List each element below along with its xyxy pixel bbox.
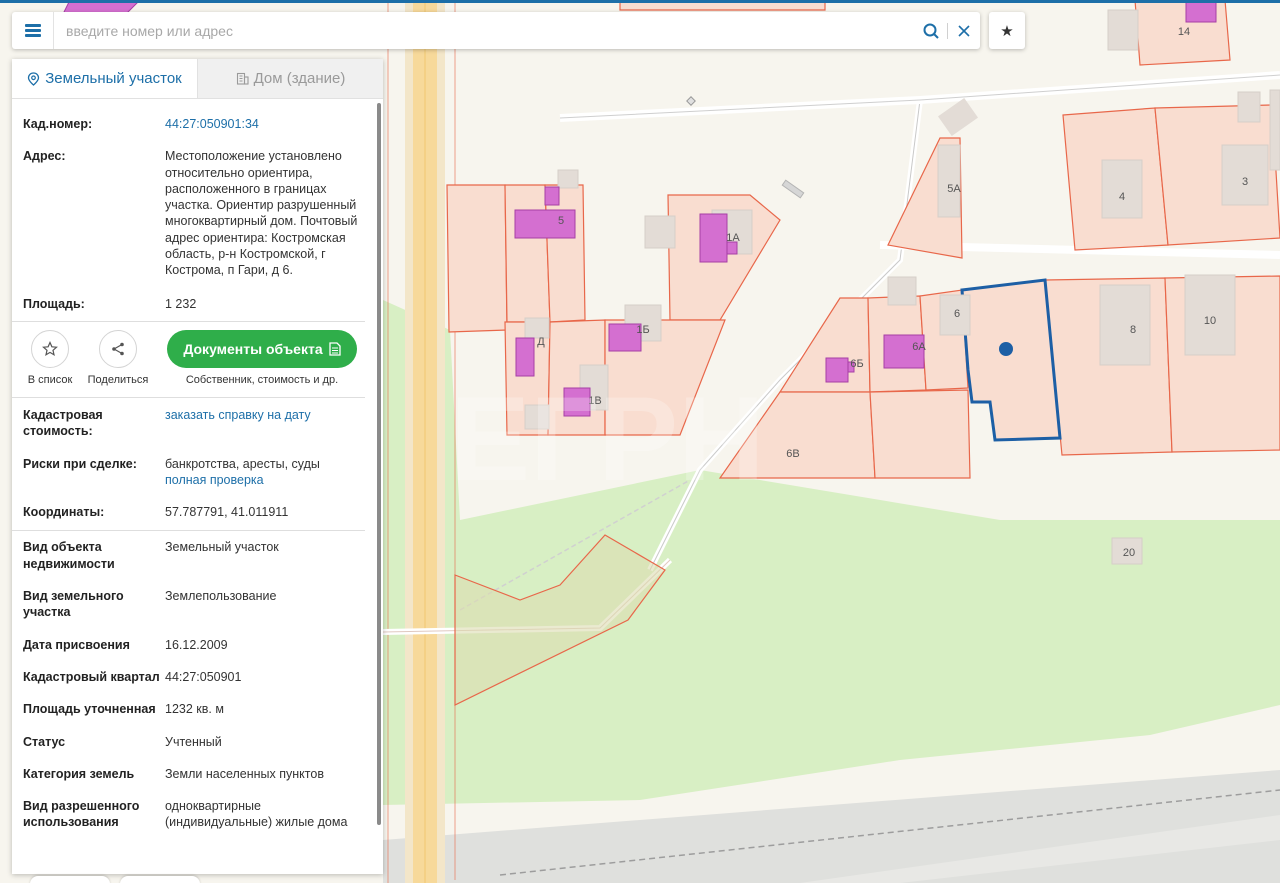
- property-value: Земли населенных пунктов: [165, 766, 324, 781]
- area-row: Площадь: 1 232: [12, 279, 377, 321]
- risks-row: Риски при сделке: банкротства, аресты, с…: [12, 440, 377, 489]
- bottom-control[interactable]: [120, 876, 200, 883]
- property-label: Вид разрешенного использования: [23, 799, 140, 830]
- share-button[interactable]: Поделиться: [87, 329, 149, 386]
- menu-button[interactable]: [12, 12, 54, 49]
- property-value: Землепользование: [165, 589, 277, 604]
- tab-building[interactable]: Дом (здание): [197, 59, 383, 98]
- address-row: Адрес: Местоположение установлено относи…: [12, 132, 377, 278]
- tab-building-label: Дом (здание): [253, 70, 346, 87]
- property-row: Вид объекта недвижимости Земельный участо…: [12, 531, 377, 572]
- parcel-number-label: 5А: [947, 183, 961, 195]
- property-label: Вид объекта недвижимости: [23, 540, 115, 571]
- share-label: Поделиться: [87, 373, 149, 386]
- cad-number-row: Кад.номер: 44:27:050901:34: [12, 100, 377, 132]
- hamburger-icon: [24, 24, 41, 37]
- parcel-number-label: 6В: [786, 448, 799, 460]
- property-label: Статус: [23, 734, 66, 749]
- parcel-number-label: 20: [1123, 547, 1135, 559]
- parcel-number-label: 8: [1130, 324, 1136, 336]
- panel-scrollbar[interactable]: [377, 103, 381, 825]
- area-label: Площадь:: [23, 296, 85, 311]
- action-bar: В список Поделиться Документы объекта Со…: [12, 322, 377, 397]
- info-panel: Земельный участок Дом (здание) Кад.номер…: [12, 59, 383, 874]
- property-row: Кадастровый квартал 44:27:050901: [12, 653, 377, 685]
- property-row: Статус Учтенный: [12, 718, 377, 750]
- location-pin-icon: [28, 71, 40, 86]
- full-check-link[interactable]: полная проверка: [165, 472, 367, 488]
- share-icon: [112, 342, 124, 356]
- property-label: Категория земель: [23, 766, 135, 781]
- document-icon: [328, 342, 341, 356]
- property-label: Вид земельного участка: [23, 589, 124, 620]
- documents-caption: Собственник, стоимость и др.: [185, 373, 339, 386]
- panel-content[interactable]: Кад.номер: 44:27:050901:34 Адрес: Местоп…: [12, 100, 377, 874]
- cad-value-row: Кадастровая стоимость: заказать справку …: [12, 398, 377, 440]
- property-row: Категория земель Земли населенных пунктов: [12, 750, 377, 782]
- search-bar: [12, 12, 980, 49]
- parcel-number-label: 6: [954, 308, 960, 320]
- area-value: 1 232: [165, 296, 197, 311]
- bottom-control[interactable]: [30, 876, 110, 883]
- building-icon: [236, 72, 249, 85]
- parcel-number-label: Д: [537, 336, 545, 348]
- parcel-number-label: 10: [1204, 315, 1216, 327]
- star-icon: ★: [1000, 22, 1014, 40]
- search-input[interactable]: [54, 13, 915, 48]
- property-row: Дата присвоения 16.12.2009: [12, 621, 377, 653]
- risks-value: банкротства, аресты, суды: [165, 456, 320, 471]
- documents-button-label: Документы объекта: [183, 340, 323, 357]
- parcel-number-label: 4: [1119, 191, 1125, 203]
- property-row: Вид разрешенного использования однокварти…: [12, 782, 377, 831]
- property-label: Кадастровый квартал: [23, 669, 160, 684]
- top-accent-bar: [0, 0, 1280, 3]
- documents-block: Документы объекта Собственник, стоимость…: [167, 329, 357, 386]
- property-row: Вид земельного участка Землепользование: [12, 572, 377, 621]
- parcel-number-label: 3: [1242, 176, 1248, 188]
- cad-number-value[interactable]: 44:27:050901:34: [165, 116, 367, 132]
- risks-label: Риски при сделке:: [23, 456, 137, 471]
- address-label: Адрес:: [23, 149, 66, 164]
- cad-value-label: Кадастровая стоимость:: [23, 407, 103, 439]
- property-value: одноквартирные (индивидуальные) жилые до…: [165, 799, 348, 830]
- property-value: Земельный участок: [165, 540, 279, 555]
- property-label: Дата присвоения: [23, 637, 130, 652]
- search-button[interactable]: [915, 12, 947, 49]
- parcel-number-label: 6А: [912, 341, 926, 353]
- magnifier-icon: [923, 23, 939, 39]
- star-outline-icon: [42, 340, 58, 357]
- selected-parcel-marker: [999, 342, 1013, 356]
- close-icon: [958, 24, 970, 37]
- watermark: ЕГРН: [450, 372, 765, 506]
- order-certificate-link[interactable]: заказать справку на дату: [165, 407, 367, 440]
- coords-row: Координаты: 57.787791, 41.011911: [12, 488, 377, 530]
- add-to-list-button[interactable]: В список: [21, 329, 79, 386]
- properties-list: Вид объекта недвижимости Земельный участо…: [12, 531, 377, 830]
- documents-button[interactable]: Документы объекта: [167, 329, 357, 368]
- cad-number-label: Кад.номер:: [23, 117, 93, 131]
- coords-label: Координаты:: [23, 505, 105, 520]
- property-value: 44:27:050901: [165, 669, 242, 684]
- property-value: 16.12.2009: [165, 637, 228, 652]
- property-row: Площадь уточненная 1232 кв. м: [12, 685, 377, 717]
- tab-land-plot-label: Земельный участок: [45, 70, 182, 87]
- favorites-button[interactable]: ★: [989, 12, 1025, 49]
- object-tabs: Земельный участок Дом (здание): [12, 59, 383, 99]
- add-to-list-label: В список: [27, 373, 73, 386]
- property-label: Площадь уточненная: [23, 702, 156, 717]
- address-value: Местоположение установлено относительно …: [165, 149, 358, 278]
- property-value: 1232 кв. м: [165, 702, 224, 717]
- parcel-number-label: 5: [558, 215, 564, 227]
- clear-search-button[interactable]: [948, 12, 980, 49]
- parcel-number-label: 14: [1178, 26, 1190, 38]
- parcel-number-label: 1А: [726, 232, 740, 244]
- parcel-number-label: 6Б: [850, 358, 863, 370]
- parcel-number-label: 1Б: [636, 324, 649, 336]
- property-value: Учтенный: [165, 734, 222, 749]
- tab-land-plot[interactable]: Земельный участок: [12, 59, 197, 98]
- coords-value: 57.787791, 41.011911: [165, 505, 289, 520]
